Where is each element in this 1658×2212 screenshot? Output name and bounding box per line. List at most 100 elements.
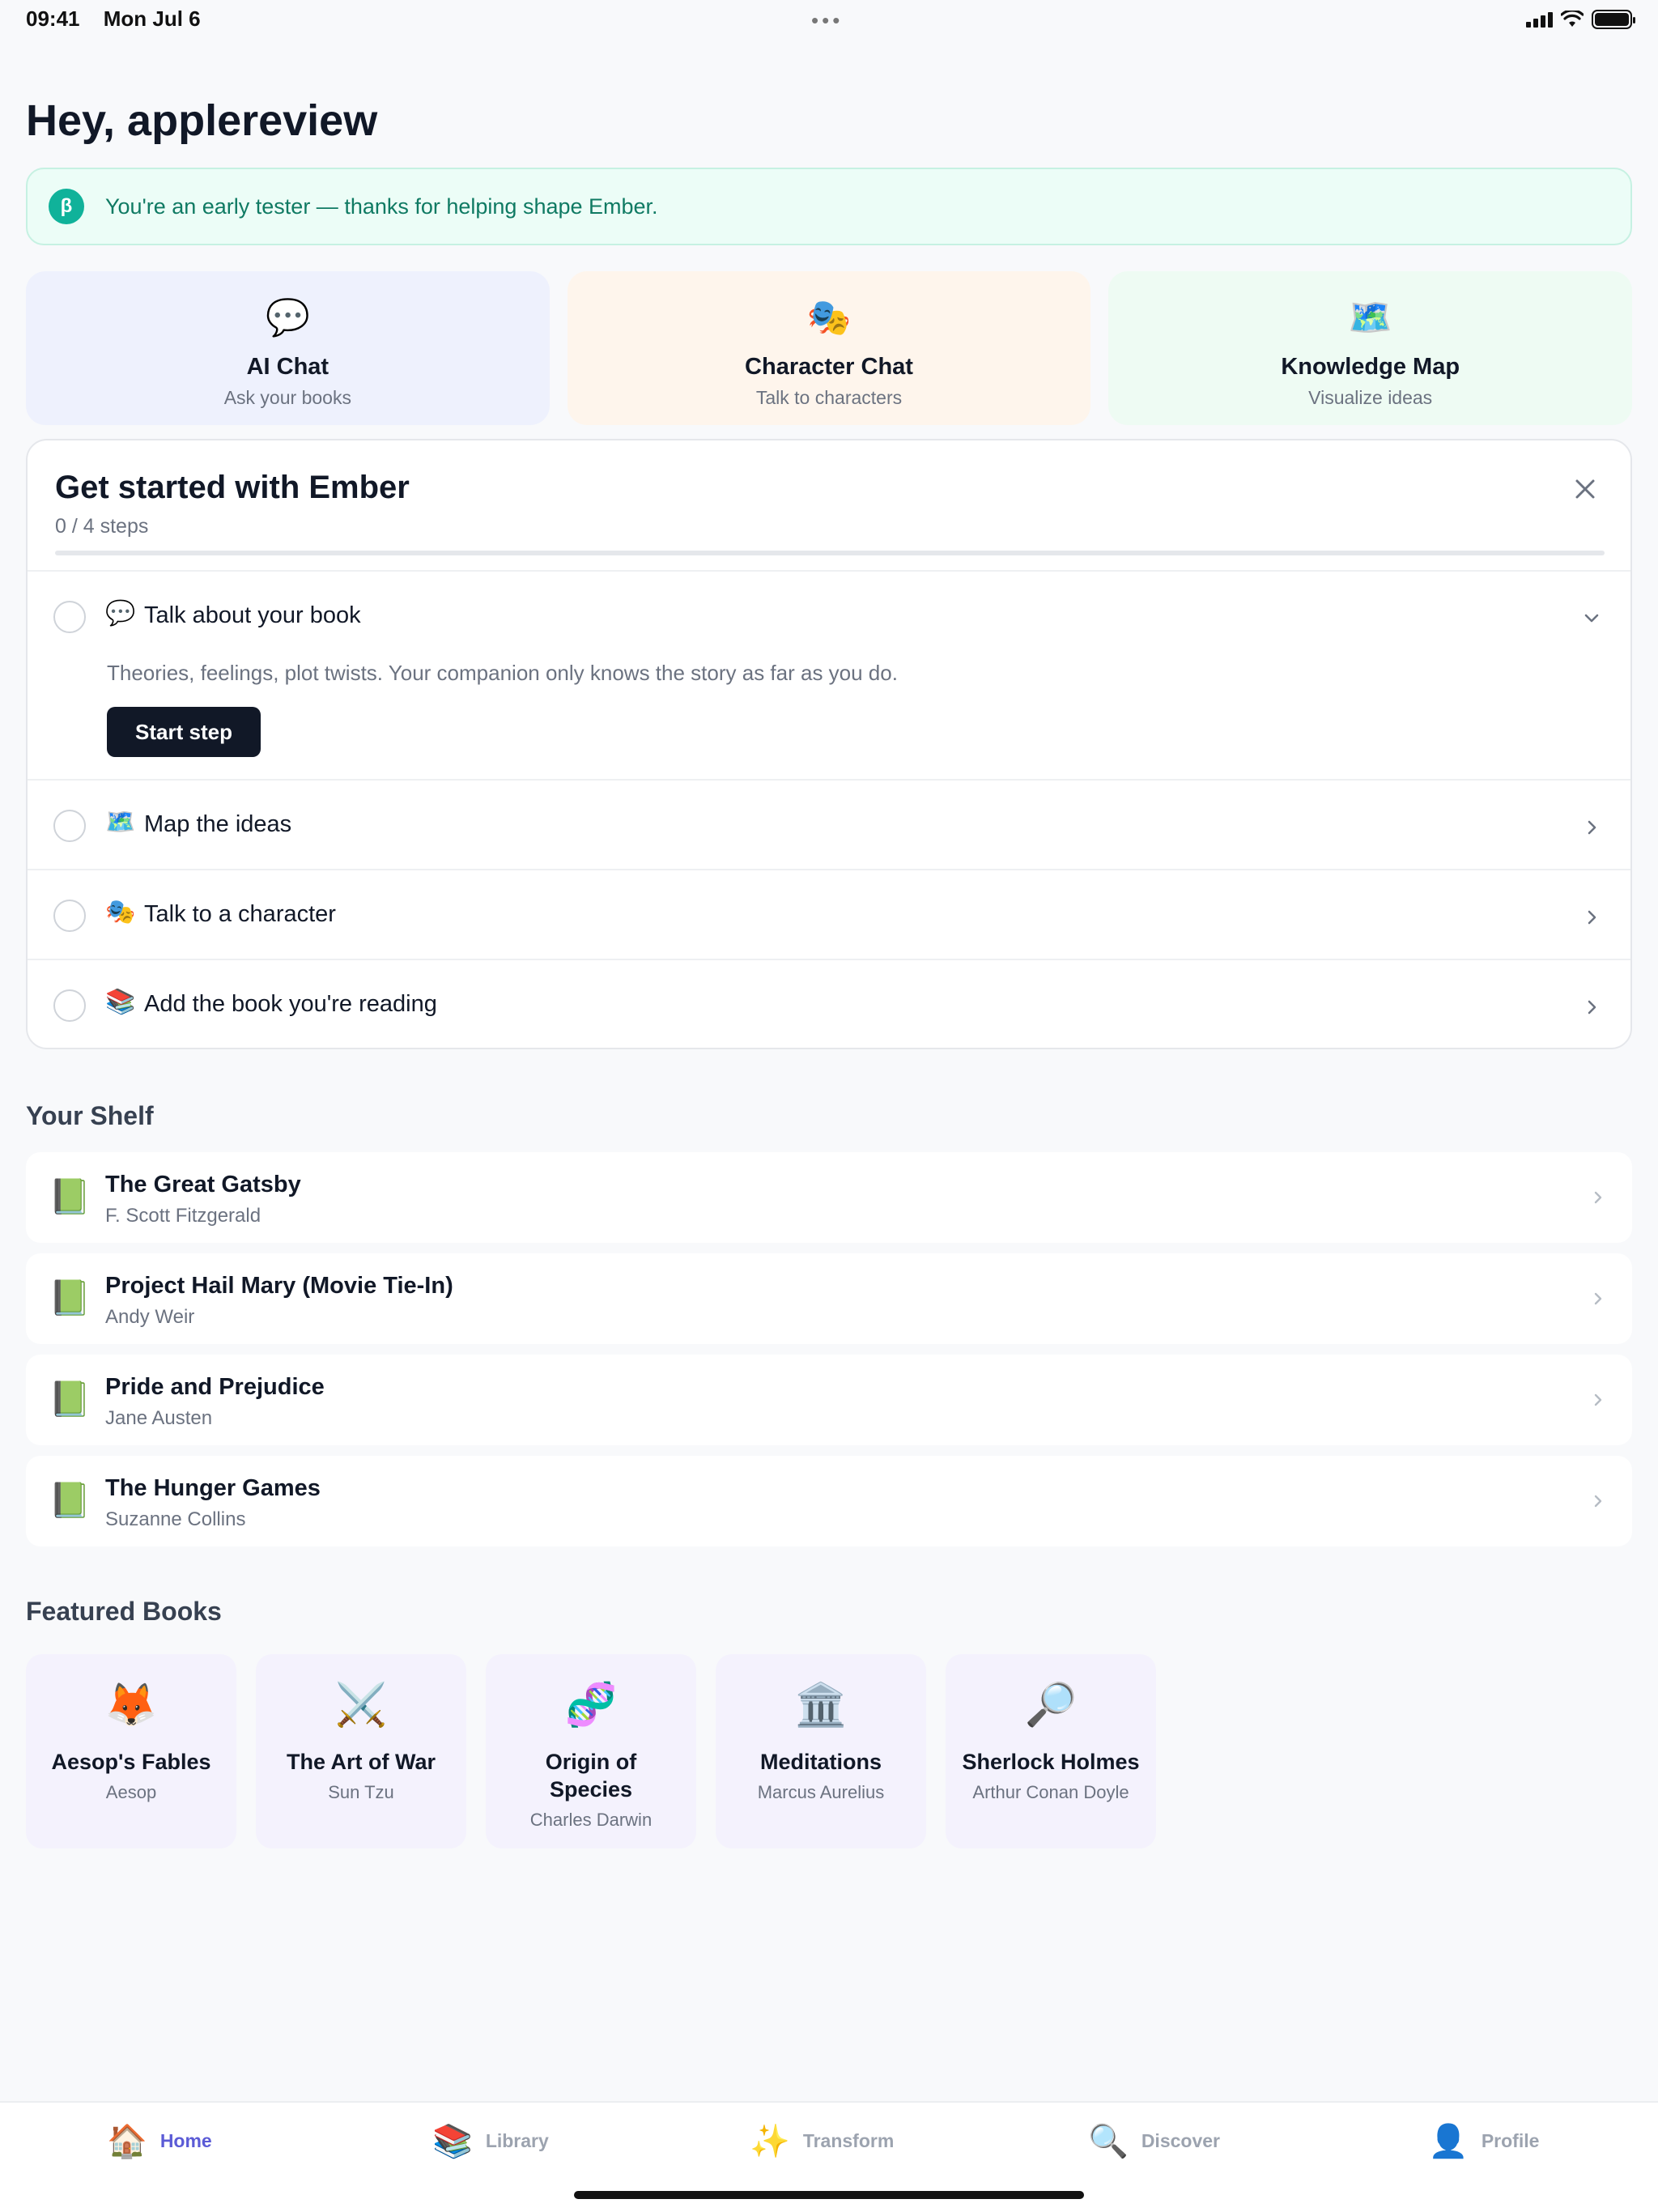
tab-label: Profile: [1481, 2130, 1540, 2151]
step-talk-about-book[interactable]: 💬 Talk about your book Theories, feeling…: [28, 570, 1630, 779]
tab-label: Discover: [1141, 2130, 1220, 2151]
status-time: 09:41: [26, 6, 80, 31]
book-author: Suzanne Collins: [105, 1508, 246, 1530]
books-icon: 📚: [432, 2123, 473, 2160]
featured-book-card[interactable]: 🏛️ Meditations Marcus Aurelius: [716, 1654, 926, 1848]
featured-book-card[interactable]: ⚔️ The Art of War Sun Tzu: [256, 1654, 466, 1848]
step-label: Add the book you're reading: [144, 991, 437, 1017]
wifi-icon: [1561, 11, 1584, 27]
onboarding-progress-text: 0 / 4 steps: [55, 515, 149, 538]
featured-book-author: Sun Tzu: [328, 1782, 394, 1802]
tab-label: Library: [485, 2130, 549, 2151]
multitasking-dots[interactable]: •••: [811, 8, 843, 33]
beta-badge: β: [49, 189, 84, 224]
step-talk-to-character[interactable]: 🎭 Talk to a character: [28, 869, 1630, 959]
tab-label: Home: [159, 2130, 212, 2151]
knowledge-map-card[interactable]: 🗺️ Knowledge Map Visualize ideas: [1108, 271, 1633, 425]
featured-book-title: Aesop's Fables: [51, 1750, 211, 1774]
magnifier-icon: 🔍: [1088, 2123, 1129, 2160]
theater-masks-icon: 🎭: [806, 297, 852, 338]
start-step-button[interactable]: Start step: [107, 707, 261, 757]
knowledge-map-subtitle: Visualize ideas: [1308, 387, 1433, 408]
shelf-list: 📗 The Great Gatsby F. Scott Fitzgerald 📗…: [26, 1152, 1632, 1557]
beta-tester-banner: β You're an early tester — thanks for he…: [26, 168, 1632, 245]
fox-icon: 🦊: [104, 1681, 158, 1729]
book-title: Pride and Prejudice: [105, 1374, 325, 1400]
tab-discover[interactable]: 🔍 Discover: [1088, 2122, 1220, 2160]
character-chat-card[interactable]: 🎭 Character Chat Talk to characters: [567, 271, 1091, 425]
onboarding-card: Get started with Ember 0 / 4 steps 💬 Tal…: [26, 439, 1632, 1049]
green-book-icon: 📗: [49, 1480, 91, 1520]
featured-book-author: Arthur Conan Doyle: [972, 1782, 1129, 1802]
book-title: The Great Gatsby: [105, 1172, 301, 1197]
featured-book-card[interactable]: 🔎 Sherlock Holmes Arthur Conan Doyle: [946, 1654, 1156, 1848]
chevron-right-icon: [1588, 1000, 1596, 1015]
book-author: F. Scott Fitzgerald: [105, 1205, 261, 1227]
ai-chat-card[interactable]: 💬 AI Chat Ask your books: [26, 271, 550, 425]
tab-profile[interactable]: 👤 Profile: [1428, 2122, 1539, 2160]
featured-book-author: Charles Darwin: [529, 1810, 653, 1830]
step-label: Talk about your book: [144, 602, 361, 628]
featured-book-card[interactable]: 🦊 Aesop's Fables Aesop: [26, 1654, 236, 1848]
chevron-right-icon: [1594, 1191, 1602, 1204]
beta-banner-text: You're an early tester — thanks for help…: [105, 194, 658, 219]
step-checkbox[interactable]: [53, 989, 86, 1022]
tab-home[interactable]: 🏠 Home: [107, 2122, 212, 2160]
classical-building-icon: 🏛️: [794, 1681, 848, 1729]
speech-bubble-icon: 💬: [105, 599, 136, 627]
step-checkbox[interactable]: [53, 601, 86, 633]
tab-label: Transform: [802, 2130, 895, 2151]
featured-book-title: Sherlock Holmes: [962, 1750, 1140, 1774]
tab-transform[interactable]: ✨ Transform: [750, 2122, 894, 2160]
step-add-book[interactable]: 📚 Add the book you're reading: [28, 959, 1630, 1048]
featured-book-card[interactable]: 🧬 Origin of Species Charles Darwin: [486, 1654, 696, 1848]
onboarding-steps: 💬 Talk about your book Theories, feeling…: [28, 570, 1630, 1048]
cellular-signal-icon: [1526, 11, 1553, 28]
featured-title: Featured Books: [26, 1597, 222, 1626]
dna-icon: 🧬: [564, 1681, 618, 1729]
world-map-icon: 🗺️: [1348, 297, 1393, 338]
character-chat-title: Character Chat: [745, 354, 913, 380]
home-indicator[interactable]: [574, 2191, 1084, 2199]
house-icon: 🏠: [107, 2123, 147, 2160]
status-bar: 09:41 Mon Jul 6 •••: [0, 0, 1658, 39]
featured-book-title: Origin of Species: [545, 1750, 637, 1802]
shelf-book-item[interactable]: 📗 The Hunger Games Suzanne Collins: [26, 1456, 1632, 1546]
step-checkbox[interactable]: [53, 810, 86, 842]
ai-chat-title: AI Chat: [246, 354, 329, 380]
crossed-swords-icon: ⚔️: [334, 1681, 388, 1729]
book-author: Jane Austen: [105, 1407, 213, 1429]
shelf-title: Your Shelf: [26, 1101, 154, 1130]
shelf-book-item[interactable]: 📗 The Great Gatsby F. Scott Fitzgerald: [26, 1152, 1632, 1243]
featured-books: 🦊 Aesop's Fables Aesop ⚔️ The Art of War…: [26, 1654, 1156, 1848]
speech-bubble-icon: 💬: [265, 297, 310, 338]
onboarding-progress-bar: [55, 551, 1605, 555]
step-label: Map the ideas: [144, 811, 292, 837]
green-book-icon: 📗: [49, 1379, 91, 1419]
chevron-right-icon: [1594, 1495, 1602, 1508]
step-map-ideas[interactable]: 🗺️ Map the ideas: [28, 779, 1630, 869]
chevron-down-icon[interactable]: [1580, 607, 1603, 630]
chevron-right-icon: [1594, 1393, 1602, 1406]
shelf-book-item[interactable]: 📗 Project Hail Mary (Movie Tie-In) Andy …: [26, 1253, 1632, 1344]
person-icon: 👤: [1428, 2123, 1469, 2160]
book-title: The Hunger Games: [105, 1475, 321, 1501]
step-description: Theories, feelings, plot twists. Your co…: [107, 661, 898, 685]
step-checkbox[interactable]: [53, 900, 86, 932]
magnifier-icon: 🔎: [1024, 1681, 1078, 1729]
sparkles-icon: ✨: [750, 2123, 790, 2160]
close-icon[interactable]: [1569, 473, 1601, 505]
chevron-right-icon: [1588, 820, 1596, 835]
tab-library[interactable]: 📚 Library: [432, 2122, 549, 2160]
shelf-book-item[interactable]: 📗 Pride and Prejudice Jane Austen: [26, 1355, 1632, 1445]
onboarding-title: Get started with Ember: [55, 470, 410, 505]
featured-book-title: Meditations: [759, 1750, 882, 1774]
character-chat-subtitle: Talk to characters: [755, 387, 903, 408]
status-date: Mon Jul 6: [103, 6, 201, 31]
status-time-date: 09:41 Mon Jul 6: [26, 6, 219, 32]
world-map-icon: 🗺️: [105, 808, 136, 836]
battery-icon: [1592, 10, 1635, 29]
greeting-title: Hey, applereview: [26, 96, 378, 145]
knowledge-map-title: Knowledge Map: [1281, 354, 1460, 380]
status-indicators: [1526, 10, 1635, 29]
